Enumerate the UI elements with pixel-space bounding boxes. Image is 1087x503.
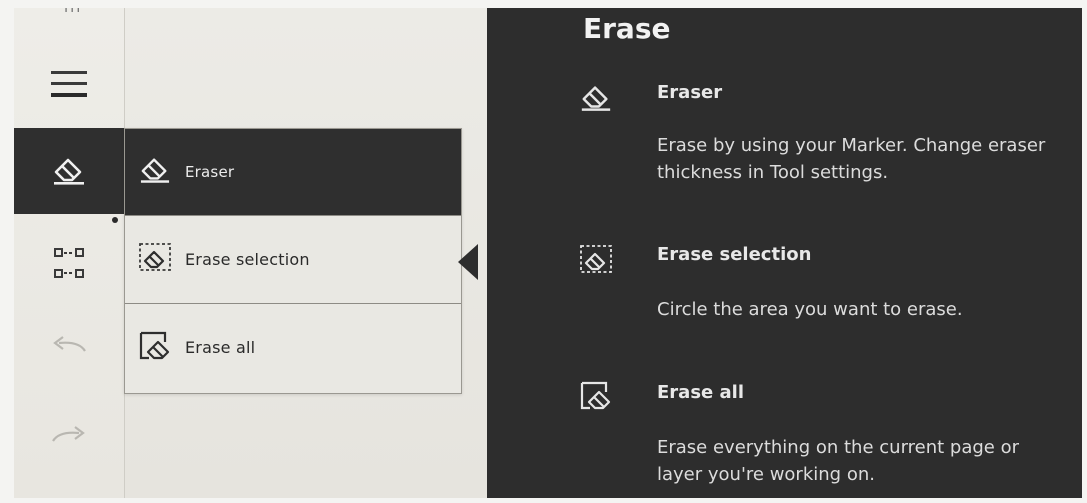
erase-all-icon bbox=[138, 330, 172, 366]
submenu-item-label: Eraser bbox=[185, 163, 235, 181]
selection-tool-button[interactable] bbox=[14, 228, 124, 298]
selection-icon bbox=[52, 246, 86, 280]
hamburger-menu-icon bbox=[49, 67, 89, 101]
selection-badge-dot bbox=[112, 217, 118, 223]
undo-icon bbox=[49, 333, 89, 357]
section-description-eraser: Erase by using your Marker. Change erase… bbox=[657, 135, 1046, 183]
submenu-item-label: Erase all bbox=[185, 338, 256, 357]
erase-selection-icon bbox=[138, 242, 172, 276]
submenu-item-eraser[interactable]: Eraser bbox=[125, 129, 461, 216]
menu-button[interactable] bbox=[14, 60, 124, 108]
photo-frame: III Eraser Erase selection Erase all Era… bbox=[0, 0, 1087, 503]
submenu-item-erase-all[interactable]: Erase all bbox=[125, 303, 461, 392]
erase-all-icon bbox=[579, 380, 613, 416]
undo-button[interactable] bbox=[14, 310, 124, 380]
eraser-icon bbox=[138, 155, 172, 189]
redo-button[interactable] bbox=[14, 400, 124, 470]
toolbar-top-fragment: III bbox=[64, 8, 83, 16]
eraser-icon bbox=[579, 82, 613, 118]
eraser-tool-button[interactable] bbox=[14, 128, 124, 214]
erase-selection-icon bbox=[579, 244, 613, 278]
device-screen: III Eraser Erase selection Erase all Era… bbox=[14, 8, 1082, 498]
section-heading-erase-selection: Erase selection bbox=[657, 244, 812, 265]
redo-icon bbox=[49, 423, 89, 447]
erase-help-panel: Erase Eraser Erase by using your Marker.… bbox=[487, 8, 1082, 498]
section-heading-eraser: Eraser bbox=[657, 82, 723, 103]
submenu-item-erase-selection[interactable]: Erase selection bbox=[125, 215, 461, 304]
submenu-item-label: Erase selection bbox=[185, 249, 310, 269]
panel-title: Erase bbox=[583, 12, 671, 45]
section-heading-erase-all: Erase all bbox=[657, 382, 744, 403]
eraser-icon bbox=[51, 155, 87, 187]
left-toolbar: III bbox=[14, 8, 125, 498]
section-description-erase-all: Erase everything on the current page or … bbox=[657, 437, 1020, 485]
eraser-submenu: Eraser Erase selection Erase all bbox=[124, 128, 462, 394]
popover-pointer bbox=[458, 244, 478, 280]
section-description-erase-selection: Circle the area you want to erase. bbox=[657, 299, 963, 320]
